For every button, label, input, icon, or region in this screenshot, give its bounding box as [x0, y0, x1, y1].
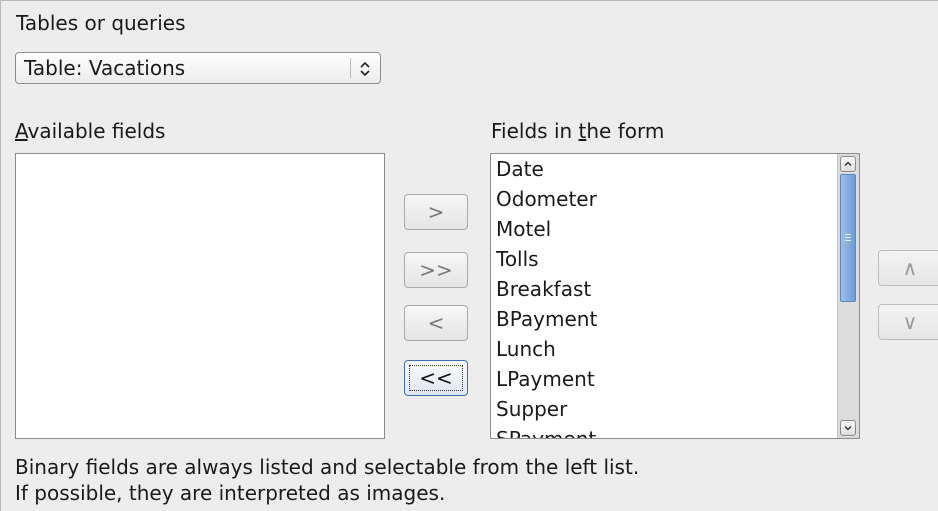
form-fields-list[interactable]: Date Odometer Motel Tolls Breakfast BPayment L… [490, 153, 860, 439]
list-item[interactable]: Odometer [491, 184, 837, 214]
list-item[interactable]: Breakfast [491, 274, 837, 304]
table-select-value: Table: Vacations [24, 56, 186, 80]
list-item[interactable]: Tolls [491, 244, 837, 274]
move-down-button[interactable]: ∨ [878, 304, 938, 340]
list-item[interactable]: BPayment [491, 304, 837, 334]
list-item[interactable]: LPayment [491, 364, 837, 394]
move-selected-right-label: > [427, 200, 445, 224]
move-all-left-label: << [419, 366, 453, 390]
move-all-left-button[interactable]: << [404, 360, 468, 396]
available-fields-mnemonic: A [15, 119, 28, 143]
fields-in-form-label-after: he form [586, 119, 665, 143]
dialog-frame-top [0, 0, 938, 1]
list-item[interactable]: Motel [491, 214, 837, 244]
list-item[interactable]: Lunch [491, 334, 837, 364]
chevron-up-icon [844, 161, 852, 166]
fields-in-form-label-before: Fields in [491, 119, 579, 143]
available-fields-list[interactable] [15, 153, 385, 439]
move-down-label: ∨ [902, 310, 918, 334]
form-fields-items: Date Odometer Motel Tolls Breakfast BPayment L… [491, 154, 837, 438]
thumb-grip-line [845, 234, 851, 235]
list-item[interactable]: Date [491, 154, 837, 184]
scrollbar-thumb[interactable] [840, 174, 856, 302]
move-selected-left-button[interactable]: < [404, 305, 468, 341]
move-selected-right-button[interactable]: > [404, 194, 468, 230]
available-fields-label-text: vailable fields [27, 119, 166, 143]
fields-in-form-label: Fields in the form [491, 119, 664, 143]
table-select[interactable]: Table: Vacations [15, 52, 381, 84]
form-fields-scrollbar[interactable] [837, 154, 859, 438]
dialog-frame-left [0, 0, 1, 511]
move-all-right-button[interactable]: >> [404, 252, 468, 288]
info-text-line-2: If possible, they are interpreted as ima… [15, 481, 446, 505]
move-up-label: ∧ [902, 256, 918, 280]
move-up-button[interactable]: ∧ [878, 250, 938, 286]
available-fields-label: Available fields [15, 119, 165, 143]
thumb-grip-line [845, 237, 851, 238]
chevron-down-icon [844, 426, 852, 431]
scroll-down-button[interactable] [840, 420, 856, 436]
scroll-up-button[interactable] [840, 156, 856, 172]
list-item[interactable]: Supper [491, 394, 837, 424]
info-text-line-1: Binary fields are always listed and sele… [15, 455, 640, 479]
move-all-right-label: >> [419, 258, 453, 282]
move-selected-left-label: < [427, 311, 445, 335]
tables-or-queries-label: Tables or queries [16, 11, 186, 35]
list-item[interactable]: SPayment [491, 424, 837, 438]
select-separator [350, 58, 351, 78]
spin-arrows-icon [360, 61, 370, 77]
thumb-grip-line [845, 240, 851, 241]
